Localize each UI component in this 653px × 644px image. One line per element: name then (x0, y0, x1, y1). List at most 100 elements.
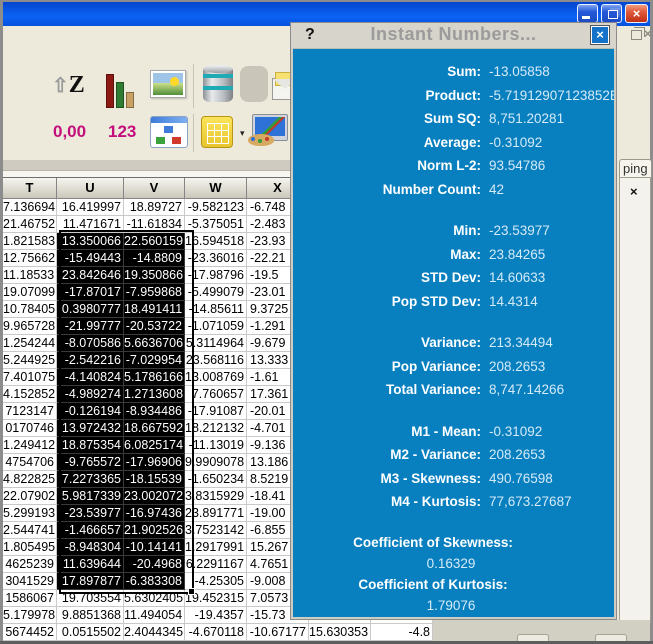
cell-V-15[interactable]: 6.0825174 (124, 437, 185, 454)
cell-W-19[interactable]: 23.891771 (185, 505, 247, 522)
cell-V-4[interactable]: -14.8809 (124, 250, 185, 267)
side-panel-tab[interactable]: ping (619, 159, 652, 178)
cell-W-15[interactable]: -11.13019 (185, 437, 247, 454)
restore-button[interactable] (601, 4, 622, 23)
cell-W-24[interactable]: 19.452315 (185, 590, 247, 607)
cell-U-15[interactable]: 18.875354 (57, 437, 124, 454)
currency-format-button[interactable]: 0,00 (53, 122, 86, 142)
cell-W-20[interactable]: 3.7523142 (185, 522, 247, 539)
cell-T-16[interactable]: 4754706 (3, 454, 57, 471)
cell-V-19[interactable]: -16.97436 (124, 505, 185, 522)
cell-U-24[interactable]: 19.703554 (57, 590, 124, 607)
cell-V-17[interactable]: -18.15539 (124, 471, 185, 488)
cell-T-17[interactable]: 4.822825 (3, 471, 57, 488)
cell-T-21[interactable]: 1.805495 (3, 539, 57, 556)
cell-T-4[interactable]: 12.75662 (3, 250, 57, 267)
cell-T-7[interactable]: 10.78405 (3, 301, 57, 318)
cell-T-9[interactable]: 1.254244 (3, 335, 57, 352)
cell-V-16[interactable]: -17.96906 (124, 454, 185, 471)
cell-U-25[interactable]: 9.8851368 (57, 607, 124, 624)
cell-U-2[interactable]: 11.471671 (57, 216, 124, 233)
cell-U-20[interactable]: -1.466657 (57, 522, 124, 539)
cell-W-1[interactable]: -9.582123 (185, 199, 247, 216)
cell-T-26[interactable]: 5674452 (3, 624, 57, 641)
cell-T-11[interactable]: 7.401075 (3, 369, 57, 386)
cell-W-23[interactable]: -4.25305 (185, 573, 247, 590)
cell-T-18[interactable]: 22.07902 (3, 488, 57, 505)
cell-U-21[interactable]: -8.948304 (57, 539, 124, 556)
cell-W-11[interactable]: 13.008769 (185, 369, 247, 386)
minimize-button[interactable] (577, 4, 598, 23)
column-header-T[interactable]: T (3, 178, 57, 198)
cell-V-22[interactable]: -20.4968 (124, 556, 185, 573)
cell-U-22[interactable]: 11.639644 (57, 556, 124, 573)
cell-V-13[interactable]: -8.934486 (124, 403, 185, 420)
column-header-W[interactable]: W (185, 178, 247, 198)
cell-U-11[interactable]: -4.140824 (57, 369, 124, 386)
cell-W-7[interactable]: -14.85611 (185, 301, 247, 318)
cell-Z-26[interactable]: -4.8 (371, 624, 433, 641)
cell-W-12[interactable]: 7.760657 (185, 386, 247, 403)
cell-U-16[interactable]: -9.765572 (57, 454, 124, 471)
cell-W-2[interactable]: -5.375051 (185, 216, 247, 233)
cell-U-3[interactable]: 13.350066 (57, 233, 124, 250)
cell-V-12[interactable]: 1.2713608 (124, 386, 185, 403)
cell-U-12[interactable]: -4.989274 (57, 386, 124, 403)
cell-T-13[interactable]: 7123147 (3, 403, 57, 420)
cell-V-11[interactable]: 5.1786166 (124, 369, 185, 386)
cell-V-14[interactable]: 18.667592 (124, 420, 185, 437)
cell-W-13[interactable]: -17.91087 (185, 403, 247, 420)
cell-V-24[interactable]: 5.6302405 (124, 590, 185, 607)
cell-V-1[interactable]: 18.89727 (124, 199, 185, 216)
cell-U-10[interactable]: -2.542216 (57, 352, 124, 369)
cell-V-5[interactable]: 19.350866 (124, 267, 185, 284)
bar-chart-icon[interactable] (105, 68, 141, 108)
cell-U-14[interactable]: 13.972432 (57, 420, 124, 437)
cell-V-9[interactable]: 5.6636706 (124, 335, 185, 352)
cell-T-22[interactable]: 4625239 (3, 556, 57, 573)
cell-T-25[interactable]: 5.179978 (3, 607, 57, 624)
dialog-titlebar[interactable]: ? Instant Numbers... × (291, 23, 616, 49)
side-panel-close-icon[interactable]: × (630, 184, 638, 199)
cell-W-22[interactable]: 6.2291167 (185, 556, 247, 573)
mdi-restore-icon[interactable] (631, 30, 642, 40)
cell-V-21[interactable]: -10.14141 (124, 539, 185, 556)
cell-V-2[interactable]: -11.61834 (124, 216, 185, 233)
cell-U-13[interactable]: -0.126194 (57, 403, 124, 420)
cell-V-23[interactable]: -6.383308 (124, 573, 185, 590)
cell-W-5[interactable]: -17.98796 (185, 267, 247, 284)
cell-T-5[interactable]: 11.18533 (3, 267, 57, 284)
dialog-close-button[interactable]: × (590, 25, 610, 45)
cell-U-19[interactable]: -23.53977 (57, 505, 124, 522)
dropdown-arrow-icon[interactable]: ▾ (240, 128, 245, 139)
cell-T-14[interactable]: 0170746 (3, 420, 57, 437)
cell-Y-26[interactable]: 15.630353 (309, 624, 371, 641)
sort-z-icon[interactable]: ⇧Z (52, 72, 85, 99)
cell-U-9[interactable]: -8.070586 (57, 335, 124, 352)
cell-U-5[interactable]: 23.842646 (57, 267, 124, 284)
mdi-close-icon[interactable]: × (644, 26, 652, 41)
cell-U-8[interactable]: -21.99777 (57, 318, 124, 335)
cell-V-7[interactable]: 18.491411 (124, 301, 185, 318)
cell-V-8[interactable]: -20.53722 (124, 318, 185, 335)
cell-T-8[interactable]: 9.965728 (3, 318, 57, 335)
cell-U-6[interactable]: -17.87017 (57, 284, 124, 301)
flowchart-window-icon[interactable] (150, 116, 188, 148)
cell-V-10[interactable]: -7.029954 (124, 352, 185, 369)
cell-W-17[interactable]: -1.650234 (185, 471, 247, 488)
cell-W-26[interactable]: -4.670118 (185, 624, 247, 641)
cell-W-9[interactable]: 5.3114964 (185, 335, 247, 352)
column-header-U[interactable]: U (57, 178, 124, 198)
cell-V-26[interactable]: 2.4044345 (124, 624, 185, 641)
cell-T-20[interactable]: 2.544741 (3, 522, 57, 539)
cell-V-18[interactable]: 23.002072 (124, 488, 185, 505)
table-grid-button[interactable] (201, 116, 233, 148)
picture-icon[interactable] (150, 70, 186, 98)
cell-X-26[interactable]: -10.67177 (247, 624, 309, 641)
cell-T-15[interactable]: 1.249412 (3, 437, 57, 454)
cell-T-1[interactable]: 7.136694 (3, 199, 57, 216)
cell-U-7[interactable]: 0.3980777 (57, 301, 124, 318)
cell-W-18[interactable]: 3.8315929 (185, 488, 247, 505)
cell-W-10[interactable]: 23.568116 (185, 352, 247, 369)
cell-T-3[interactable]: 1.821583 (3, 233, 57, 250)
